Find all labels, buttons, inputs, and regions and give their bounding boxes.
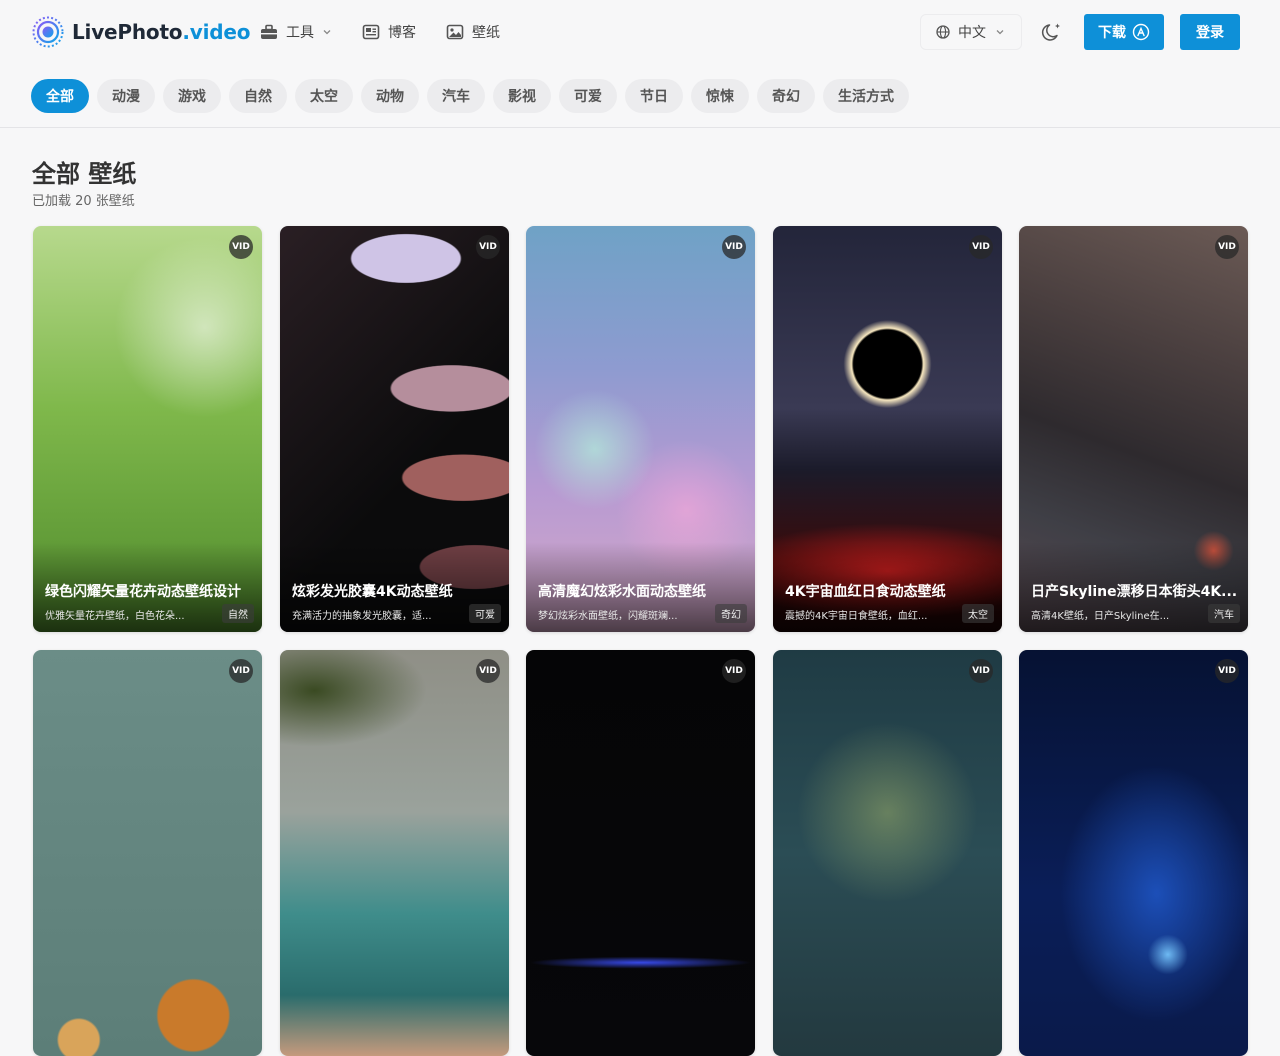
category-chip[interactable]: 影视 [493, 79, 551, 113]
page-title: 全部 壁纸 [32, 160, 137, 188]
category-chip[interactable]: 动物 [361, 79, 419, 113]
wallpaper-thumbnail [280, 650, 509, 1056]
wallpaper-card[interactable]: VID 日产Skyline漂移日本街头4K... 高清4K壁纸，日产Skyline在… [1019, 226, 1248, 632]
wallpaper-card[interactable]: VID [33, 650, 262, 1056]
video-badge: VID [1215, 659, 1239, 683]
wallpaper-card[interactable]: VID [280, 650, 509, 1056]
wallpaper-card[interactable]: VID 高清魔幻炫彩水面动态壁纸梦幻炫彩水面壁纸，闪耀斑斓... 奇幻 [526, 226, 755, 632]
chevron-down-icon [996, 30, 1004, 35]
loaded-count: 已加载 20 张壁纸 [32, 194, 135, 209]
card-title: 日产Skyline漂移日本街头4K... [1031, 584, 1238, 600]
category-chip[interactable]: 奇幻 [757, 79, 815, 113]
brand-logo[interactable]: LivePhoto.video [32, 16, 250, 48]
card-description: 梦幻炫彩水面壁纸，闪耀斑斓... [538, 611, 678, 622]
theme-toggle-button[interactable] [1040, 18, 1064, 46]
nav-wallpapers-label: 壁纸 [472, 25, 500, 41]
category-chip[interactable]: 惊悚 [691, 79, 749, 113]
nav-tools[interactable]: 工具 [260, 20, 332, 44]
wallpaper-thumbnail [526, 650, 755, 1056]
video-badge: VID [722, 235, 746, 259]
language-selector[interactable]: 中文 [920, 14, 1022, 50]
video-badge: VID [969, 235, 993, 259]
video-badge: VID [722, 659, 746, 683]
wallpaper-thumbnail [33, 650, 262, 1056]
card-description: 优雅矢量花卉壁纸，白色花朵... [45, 611, 185, 622]
wallpaper-card[interactable]: VID [773, 650, 1002, 1056]
wallpaper-card[interactable]: VID 绿色闪耀矢量花卉动态壁纸设计优雅矢量花卉壁纸，白色花朵... 自然 [33, 226, 262, 632]
app-store-icon [1132, 23, 1150, 41]
video-badge: VID [229, 659, 253, 683]
category-tag: 奇幻 [715, 604, 747, 623]
category-tag: 自然 [222, 604, 254, 623]
wallpaper-thumbnail [1019, 650, 1248, 1056]
wallpaper-card[interactable]: VID [526, 650, 755, 1056]
card-title: 高清魔幻炫彩水面动态壁纸 [538, 584, 706, 600]
card-title: 绿色闪耀矢量花卉动态壁纸设计 [45, 584, 241, 600]
moon-icon [1041, 23, 1060, 41]
download-label: 下载 [1098, 25, 1126, 41]
wallpaper-card[interactable]: VID 4K宇宙血红日食动态壁纸震撼的4K宇宙日食壁纸，血红... 太空 [773, 226, 1002, 632]
wallpaper-thumbnail [773, 650, 1002, 1056]
nav-wallpapers[interactable]: 壁纸 [446, 20, 500, 44]
card-title: 炫彩发光胶囊4K动态壁纸 [292, 584, 453, 600]
brand-name: LivePhoto.video [72, 20, 251, 44]
main-nav: 工具 博客 壁纸 [260, 20, 500, 44]
card-description: 高清4K壁纸，日产Skyline在... [1031, 611, 1170, 622]
video-badge: VID [229, 235, 253, 259]
card-title: 4K宇宙血红日食动态壁纸 [785, 584, 946, 600]
nav-blog[interactable]: 博客 [362, 20, 416, 44]
category-chip[interactable]: 可爱 [559, 79, 617, 113]
category-chip[interactable]: 自然 [229, 79, 287, 113]
card-description: 充满活力的抽象发光胶囊，适... [292, 611, 432, 622]
category-chip[interactable]: 动漫 [97, 79, 155, 113]
category-chip[interactable]: 太空 [295, 79, 353, 113]
toolbox-icon [261, 24, 277, 39]
category-chip[interactable]: 汽车 [427, 79, 485, 113]
top-header: LivePhoto.video 工具 博客 壁纸 中文 下载 登录 全部 动漫 游戏… [0, 0, 1280, 128]
logo-icon [32, 16, 64, 48]
image-icon [446, 24, 464, 40]
category-tag: 可爱 [469, 604, 501, 623]
video-badge: VID [476, 235, 500, 259]
video-badge: VID [1215, 235, 1239, 259]
video-badge: VID [969, 659, 993, 683]
chevron-down-icon [323, 30, 331, 35]
wallpaper-card[interactable]: VID [1019, 650, 1248, 1056]
category-chip[interactable]: 游戏 [163, 79, 221, 113]
category-chip[interactable]: 全部 [31, 79, 89, 113]
download-button[interactable]: 下载 [1084, 14, 1164, 50]
category-chip[interactable]: 节日 [625, 79, 683, 113]
card-description: 震撼的4K宇宙日食壁纸，血红... [785, 611, 928, 622]
globe-icon [936, 25, 950, 39]
language-label: 中文 [958, 25, 986, 41]
video-badge: VID [476, 659, 500, 683]
category-tag: 太空 [962, 604, 994, 623]
wallpaper-card[interactable]: VID 炫彩发光胶囊4K动态壁纸充满活力的抽象发光胶囊，适... 可爱 [280, 226, 509, 632]
category-chip[interactable]: 生活方式 [823, 79, 909, 113]
newspaper-icon [362, 24, 380, 40]
login-button[interactable]: 登录 [1180, 14, 1240, 50]
category-tag: 汽车 [1208, 604, 1240, 623]
category-filter-bar: 全部 动漫 游戏 自然 太空 动物 汽车 影视 可爱 节日 惊悚 奇幻 生活方式 [31, 79, 909, 113]
nav-blog-label: 博客 [388, 25, 416, 41]
nav-tools-label: 工具 [286, 25, 314, 41]
